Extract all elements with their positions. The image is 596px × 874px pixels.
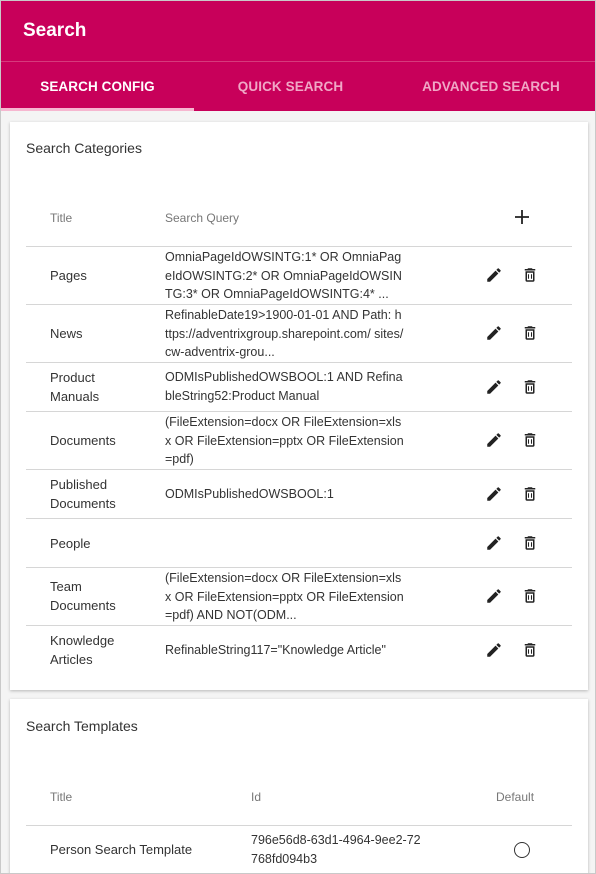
trash-icon [524,380,536,394]
pencil-icon [487,536,501,550]
table-row: Product Manuals ODMIsPublishedOWSBOOL:1 … [26,362,572,411]
tab-quick-search[interactable]: QUICK SEARCH [194,62,387,111]
pencil-icon [487,643,501,657]
table-row: Documents (FileExtension=docx OR FileExt… [26,411,572,469]
delete-button[interactable] [521,266,539,284]
table-row: Knowledge Articles RefinableString117="K… [26,625,572,674]
column-header-title: Title [50,790,73,804]
pencil-icon [487,487,501,501]
table-row: People [26,518,572,567]
delete-button[interactable] [521,378,539,396]
edit-button[interactable] [485,641,503,659]
category-query: RefinableDate19>1900-01-01 AND Path: htt… [165,308,404,359]
category-title: Pages [50,268,87,283]
page-title: Search [1,1,595,61]
table-row: Person Search Template 796e56d8-63d1-496… [26,825,572,873]
search-categories-title: Search Categories [26,140,142,156]
category-query: ODMIsPublishedOWSBOOL:1 AND RefinableStr… [165,370,403,403]
edit-button[interactable] [485,431,503,449]
table-row: Pages OmniaPageIdOWSINTG:1* OR OmniaPage… [26,246,572,304]
delete-button[interactable] [521,587,539,605]
category-title: Team Documents [50,579,116,613]
edit-button[interactable] [485,587,503,605]
pencil-icon [487,380,501,394]
category-title: Product Manuals [50,370,100,404]
category-title: Knowledge Articles [50,633,115,667]
pencil-icon [487,326,501,340]
tab-advanced-search[interactable]: ADVANCED SEARCH [387,62,595,111]
search-templates-title: Search Templates [26,718,138,734]
pencil-icon [487,433,501,447]
category-query: (FileExtension=docx OR FileExtension=xls… [165,571,404,622]
pencil-icon [487,589,501,603]
trash-icon [524,326,536,340]
category-query: ODMIsPublishedOWSBOOL:1 [165,487,334,501]
column-header-search-query: Search Query [165,211,240,225]
category-title: Published Documents [50,477,116,511]
table-row: News RefinableDate19>1900-01-01 AND Path… [26,304,572,362]
category-query: RefinableString117="Knowledge Article" [165,643,386,657]
app-frame: Search SEARCH CONFIG QUICK SEARCH ADVANC… [0,0,596,874]
pencil-icon [487,268,501,282]
tab-bar: SEARCH CONFIG QUICK SEARCH ADVANCED SEAR… [1,61,595,111]
edit-button[interactable] [485,534,503,552]
column-header-title: Title [50,211,73,225]
trash-icon [524,643,536,657]
default-radio[interactable] [514,842,530,858]
trash-icon [524,487,536,501]
delete-button[interactable] [521,324,539,342]
trash-icon [524,536,536,550]
delete-button[interactable] [521,534,539,552]
edit-button[interactable] [485,378,503,396]
delete-button[interactable] [521,485,539,503]
trash-icon [524,433,536,447]
search-categories-card: Search Categories Title Search Query Pag… [10,122,588,690]
table-row: Published Documents ODMIsPublishedOWSBOO… [26,469,572,518]
table-row: Team Documents (FileExtension=docx OR Fi… [26,567,572,625]
add-category-button[interactable] [513,208,531,226]
delete-button[interactable] [521,641,539,659]
category-title: People [50,536,91,551]
delete-button[interactable] [521,431,539,449]
edit-button[interactable] [485,324,503,342]
edit-button[interactable] [485,485,503,503]
plus-icon [515,210,529,224]
tab-search-config[interactable]: SEARCH CONFIG [1,62,194,111]
column-header-default: Default [496,790,535,804]
column-header-id: Id [251,790,262,804]
template-id: 796e56d8-63d1-4964-9ee2-72768fd094b3 [251,833,421,866]
template-title: Person Search Template [50,842,193,857]
category-query: (FileExtension=docx OR FileExtension=xls… [165,415,404,466]
edit-button[interactable] [485,266,503,284]
trash-icon [524,268,536,282]
search-templates-card: Search Templates Title Id Default Person… [10,699,588,873]
category-title: News [50,326,83,341]
trash-icon [524,589,536,603]
category-query: OmniaPageIdOWSINTG:1* OR OmniaPageIdOWSI… [165,250,402,301]
category-title: Documents [50,433,116,448]
